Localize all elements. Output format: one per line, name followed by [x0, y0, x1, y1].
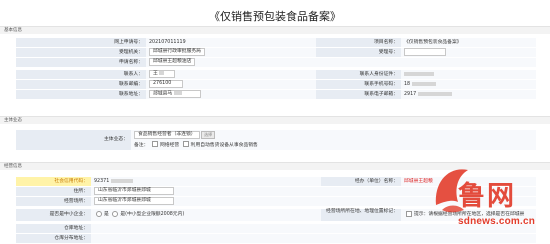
watermark-brand: 鲁网 [458, 181, 516, 212]
area-label: 经营场所所在地、地理位置标记： [321, 209, 401, 221]
contact-value: 王 [146, 70, 316, 79]
online-operation-label: 网络经营 [159, 142, 180, 148]
vending-machine-checkbox[interactable] [182, 141, 189, 147]
applicant-value: 邱城县王超粮油店 [146, 58, 536, 67]
row-email: 联系邮编： 276100 联系手机号码： 18 [16, 80, 536, 90]
site-label: 经营场所： [16, 197, 91, 206]
dept-label: 受理机关： [16, 48, 146, 57]
contact-label: 联系人： [16, 70, 146, 79]
email-value: 276100 [146, 80, 316, 89]
accept-no-field[interactable] [404, 48, 446, 56]
accept-no-value [401, 48, 536, 57]
operator-label: 经办（单位）名称： [321, 177, 401, 186]
sme-value: 是 是(中小型企业限额2008元内) [91, 209, 321, 221]
residence-label: 住所： [16, 187, 91, 196]
contact-id-value [401, 70, 536, 79]
row-contact: 联系人： 王 联系人身份证件： [16, 70, 536, 80]
applicant-field: 邱城县王超粮油店 [149, 58, 196, 66]
storage-label: 仓库地址： [16, 224, 91, 233]
credit-value: 92371 [91, 177, 321, 186]
dept-field: 邱城县行政审批服务局 [149, 48, 205, 56]
subject-type-field: 食品销售经营者（非连锁） [134, 131, 200, 139]
applicant-label: 申请名称： [16, 58, 146, 67]
sme-yes-label: 是 [104, 212, 109, 217]
site-field: 山东省临沂市郯城县郯城 [94, 197, 174, 205]
subject-note-label: 备注： [134, 142, 149, 148]
credit-label: 社会信用代码： [16, 177, 91, 186]
watermark-site: sdnews.com.cn [458, 216, 536, 227]
storage2-value [91, 234, 536, 243]
subject-type-value: 食品销售经营者（非连锁） 选择 备注： 网络经营 利用自动售货设备从事食品销售 [131, 130, 536, 150]
storage2-label: 仓库分布地址： [16, 234, 91, 243]
contact-field: 王 [149, 70, 175, 78]
sme-no-radio[interactable] [112, 210, 119, 217]
contact-id-label: 联系人身份证件： [316, 70, 401, 79]
area-checkbox[interactable] [406, 210, 412, 217]
contact-id-redacted [404, 71, 434, 76]
item-name-label: 项目名称： [316, 38, 401, 47]
row-address: 联系地址： 郯城县马 联系电子邮箱： 2917 [16, 90, 536, 100]
sme-yes-radio[interactable] [96, 210, 102, 217]
row-applicant: 申请名称： 邱城县王超粮油店 [16, 58, 536, 68]
page-title: 《仅销售预包装食品备案》 [209, 10, 341, 23]
sme-label: 是否是中小企业： [16, 209, 91, 221]
subject-type-label: 主体业态： [16, 130, 131, 150]
dept-value: 邱城县行政审批服务局 [146, 48, 316, 57]
residence-field: 山东省临沂市郯城县郯城 [94, 187, 174, 195]
row-subject-type: 主体业态： 食品销售经营者（非连锁） 选择 备注： 网络经营 利用自动售货设备从… [16, 130, 536, 151]
online-operation-checkbox[interactable] [151, 141, 158, 147]
address-value: 郯城县马 [146, 90, 316, 99]
address-label: 联系地址： [16, 90, 146, 99]
mail-value: 2917 [401, 90, 536, 99]
row-apply-no: 网上申请号： 202107011119 项目名称： 《仅销售预包装食品备案》 [16, 38, 536, 48]
apply-no-value: 202107011119 [146, 38, 316, 47]
section-basic-info: 基本信息 [0, 26, 550, 34]
phone-label: 联系手机号码： [316, 80, 401, 89]
address-field: 郯城县马 [149, 90, 201, 98]
item-name-value: 《仅销售预包装食品备案》 [401, 38, 536, 47]
email-label: 联系邮编： [16, 80, 146, 89]
apply-no-label: 网上申请号： [16, 38, 146, 47]
mail-label: 联系电子邮箱： [316, 90, 401, 99]
sme-no-label: 是(中小型企业限额2008元内) [120, 212, 185, 217]
email-field: 276100 [149, 80, 183, 88]
subject-select-button[interactable]: 选择 [201, 131, 216, 139]
phone-value: 18 [401, 80, 536, 89]
section-subject: 主体业态 [0, 116, 550, 124]
row-dept: 受理机关： 邱城县行政审批服务局 受理号： [16, 48, 536, 58]
vending-machine-label: 利用自动售货设备从事食品销售 [190, 142, 258, 148]
accept-no-label: 受理号： [316, 48, 401, 57]
